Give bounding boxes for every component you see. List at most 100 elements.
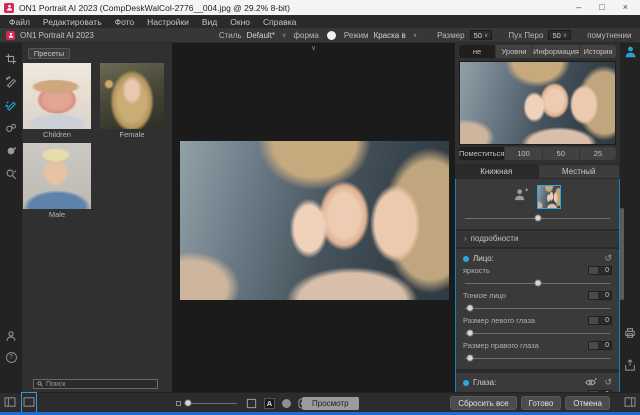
tab-levels[interactable]: Уровни <box>496 45 533 58</box>
tab-history[interactable]: История <box>580 45 616 58</box>
preset-image-children[interactable] <box>23 63 91 129</box>
chevron-down-icon[interactable]: ∨ <box>413 32 417 39</box>
view-tabs: Книжная Местный <box>455 164 620 179</box>
zoom-25-button[interactable]: 25 <box>580 147 616 160</box>
preset-search[interactable] <box>33 379 158 389</box>
mask-view-icon[interactable] <box>282 399 291 408</box>
menu-help[interactable]: Справка <box>263 17 296 27</box>
cancel-button[interactable]: Отмена <box>565 396 610 410</box>
compare-view-icon[interactable] <box>246 398 257 409</box>
reset-all-button[interactable]: Сбросить все <box>450 396 516 410</box>
crop-tool-icon[interactable] <box>4 52 18 66</box>
canvas-photo[interactable] <box>180 141 449 300</box>
chevron-down-icon: ∨ <box>563 32 567 39</box>
account-icon[interactable] <box>624 45 637 63</box>
shape-label: форма <box>293 31 318 40</box>
detected-face-thumbnail[interactable] <box>537 185 561 209</box>
menu-edit[interactable]: Редактировать <box>43 17 102 27</box>
zoom-level-buttons: Поместиться 100 50 25 <box>459 147 616 160</box>
slider-knob[interactable] <box>466 355 473 362</box>
left-panel-toggle-icon[interactable] <box>4 394 16 412</box>
zoom-slider-knob[interactable] <box>185 400 192 407</box>
zoom-out-icon[interactable] <box>176 401 181 406</box>
preview-button[interactable]: Просмотр <box>302 397 359 410</box>
face-strength-slider[interactable] <box>464 213 611 223</box>
zoom-slider[interactable] <box>185 399 237 407</box>
zoom-50-button[interactable]: 50 <box>543 147 580 160</box>
preset-image-male[interactable] <box>23 143 91 209</box>
right-eye-size-slider[interactable] <box>464 353 611 363</box>
healing-tool-icon[interactable] <box>4 144 18 158</box>
panel-scrollbar[interactable] <box>620 208 624 300</box>
enabled-dot-icon[interactable] <box>463 256 469 262</box>
presets-tab[interactable]: Пресеты <box>28 48 70 59</box>
menu-window[interactable]: Окно <box>230 17 250 27</box>
reset-icon[interactable]: ↺ <box>604 377 612 388</box>
size-input[interactable]: 50∨ <box>470 30 493 40</box>
mode-dropdown[interactable]: Краска в <box>374 31 406 40</box>
size-label: Размер <box>437 31 465 40</box>
face-section: Лицо: ↺ яркость 0 Тонкое лицо 0 Размер л <box>456 249 619 369</box>
zoom-100-button[interactable]: 100 <box>505 147 542 160</box>
slider-knob[interactable] <box>534 215 541 222</box>
slim-face-slider[interactable] <box>464 303 611 313</box>
app-window: ON1 Portrait AI 2023 (CompDeskWalCol-277… <box>0 0 640 415</box>
canvas-area[interactable]: ∨ <box>172 43 455 392</box>
search-input[interactable] <box>46 381 154 388</box>
minimize-button[interactable]: – <box>576 1 581 14</box>
value-input[interactable]: 0 <box>588 316 612 325</box>
tab-portrait[interactable]: Книжная <box>455 164 538 179</box>
details-expander[interactable]: › подробности <box>456 231 619 247</box>
mode-label: Режим <box>344 31 369 40</box>
panel-tabs: не Уровни Информация История <box>459 45 616 58</box>
maximize-button[interactable]: □ <box>599 1 604 14</box>
menu-photo[interactable]: Фото <box>115 17 135 27</box>
tab-info[interactable]: Информация <box>533 45 580 58</box>
add-face-icon[interactable] <box>514 188 529 206</box>
right-panel-toggle-icon[interactable] <box>624 394 636 412</box>
done-button[interactable]: Готово <box>521 396 562 410</box>
slider-knob[interactable] <box>466 305 473 312</box>
help-icon[interactable]: ? <box>6 352 17 363</box>
enabled-dot-icon[interactable] <box>463 380 469 386</box>
clone-tool-icon[interactable] <box>4 121 18 135</box>
portrait-brush-tool-icon[interactable] <box>4 98 18 112</box>
toolbar-collapse-chevron-icon[interactable]: ∨ <box>311 44 316 52</box>
zoom-fit-button[interactable]: Поместиться <box>459 147 505 160</box>
user-account-icon[interactable] <box>4 329 18 343</box>
menu-file[interactable]: Файл <box>9 17 30 27</box>
left-eye-size-slider[interactable] <box>464 328 611 338</box>
preset-thumb-male[interactable]: Male <box>23 143 91 221</box>
tab-local[interactable]: Местный <box>538 164 621 179</box>
navigator-preview[interactable] <box>459 61 616 145</box>
slider-knob[interactable] <box>534 280 541 287</box>
slider-knob[interactable] <box>466 330 473 337</box>
feather-input[interactable]: 50∨ <box>548 30 571 40</box>
print-icon[interactable] <box>624 326 636 344</box>
brightness-slider[interactable] <box>464 278 611 288</box>
search-icon <box>37 381 43 387</box>
retouch-tool-icon[interactable] <box>4 75 18 89</box>
eye-plus-icon[interactable] <box>585 378 597 387</box>
chevron-down-icon[interactable]: ∨ <box>282 32 286 39</box>
reset-icon[interactable]: ↺ <box>604 253 612 264</box>
style-dropdown[interactable]: Default* <box>247 31 275 40</box>
preset-thumb-female[interactable]: Female <box>100 63 164 141</box>
menu-settings[interactable]: Настройки <box>147 17 189 27</box>
export-icon[interactable] <box>624 358 636 376</box>
preset-image-female[interactable] <box>100 63 164 129</box>
tab-navigator[interactable]: не <box>459 45 496 58</box>
auto-mask-icon[interactable]: A <box>264 398 275 409</box>
menu-view[interactable]: Вид <box>202 17 217 27</box>
brush-shape-preview[interactable] <box>327 31 336 40</box>
value-input[interactable]: 0 <box>588 341 612 350</box>
app-name-label: ON1 Portrait AI 2023 <box>20 31 94 40</box>
zoom-tool-icon[interactable] <box>4 167 18 181</box>
slider-label: яркость <box>463 266 490 275</box>
value-input[interactable]: 0 <box>588 266 612 275</box>
preset-thumb-children[interactable]: Children <box>23 63 91 141</box>
browse-panel-toggle-icon[interactable] <box>23 394 35 412</box>
preset-grid: Children Female Male <box>22 63 172 221</box>
close-button[interactable]: × <box>623 1 628 14</box>
value-input[interactable]: 0 <box>588 291 612 300</box>
